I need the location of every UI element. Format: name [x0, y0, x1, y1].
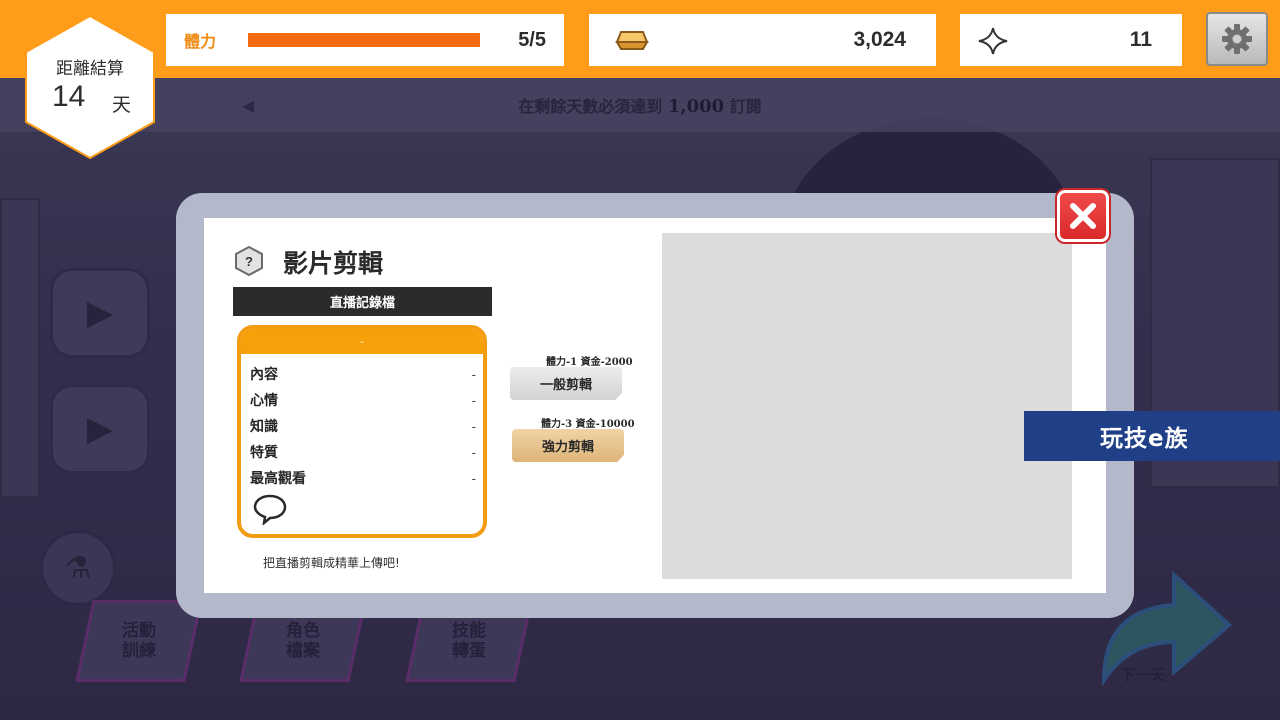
close-icon: [1070, 203, 1096, 229]
stat-value: -: [471, 366, 476, 382]
next-day-label: 下一天: [1120, 666, 1166, 684]
stat-row-content: 內容 -: [250, 363, 476, 385]
hexagon-shape: [25, 14, 155, 160]
stamina-bar: [248, 33, 480, 47]
stamina-bar-fill: [248, 33, 480, 47]
normal-edit-button[interactable]: 一般剪輯: [510, 367, 622, 400]
close-button[interactable]: [1057, 190, 1109, 242]
stat-value: -: [471, 444, 476, 460]
tab-label: 技能轉蛋: [452, 621, 486, 661]
record-card-header: -: [241, 329, 483, 354]
stream-record-card: - 內容 - 心情 - 知識 - 特質 - 最高觀看 -: [237, 325, 487, 538]
stat-label: 內容: [250, 367, 278, 383]
svg-text:?: ?: [245, 254, 253, 269]
stat-label: 最高觀看: [250, 471, 306, 487]
button-label: 一般剪輯: [539, 378, 592, 393]
gold-bar-icon: [615, 31, 649, 50]
play-video-icon: ▶: [86, 293, 114, 333]
stat-row-knowledge: 知識 -: [250, 415, 476, 437]
button-label: 強力剪輯: [541, 440, 594, 455]
power-edit-button[interactable]: 強力剪輯: [512, 429, 624, 462]
gem-panel: 11: [960, 14, 1182, 66]
stamina-label: 體力: [184, 32, 217, 51]
stat-value: -: [471, 470, 476, 486]
notice-bar: ◀︎ 在剩餘天數必須達到 1,000 訂閱: [0, 78, 1280, 132]
stat-label: 心情: [250, 393, 278, 409]
speech-bubble-icon[interactable]: [253, 493, 287, 525]
record-header: 直播記錄檔: [233, 287, 492, 316]
tab-label: 角色檔案: [286, 621, 320, 661]
countdown-label: 距離結算: [56, 59, 124, 79]
gold-value: 3,024: [853, 28, 906, 51]
stamina-panel: 體力 5/5: [166, 14, 564, 66]
stat-row-trait: 特質 -: [250, 441, 476, 463]
watermark-banner: 玩技e族: [1024, 411, 1280, 461]
tab-activity-training[interactable]: 活動訓練: [75, 600, 203, 682]
stamina-value: 5/5: [518, 28, 546, 51]
play-video-icon: ▶: [86, 409, 114, 449]
countdown-unit: 天: [112, 94, 132, 116]
flask-icon[interactable]: ⚗: [40, 530, 116, 606]
stat-label: 特質: [250, 445, 278, 461]
power-edit-cost: 體力-3 資金-10000: [541, 419, 635, 430]
watermark-text: 玩技e族: [1100, 426, 1189, 452]
stat-row-mood: 心情 -: [250, 389, 476, 411]
dialog-title: 影片剪輯: [283, 249, 384, 278]
countdown-badge: 距離結算 14 天: [24, 14, 156, 160]
tab-label: 活動訓練: [122, 621, 156, 661]
video-menu-button[interactable]: ▶: [50, 268, 150, 358]
gear-icon: [1222, 24, 1252, 54]
countdown-days: 14: [52, 80, 86, 113]
normal-edit-cost: 體力-1 資金-2000: [546, 357, 633, 368]
stream-menu-button[interactable]: ▶: [50, 384, 150, 474]
stat-value: -: [471, 418, 476, 434]
hint-text: 把直播剪輯成精華上傳吧!: [263, 556, 400, 570]
notice-text: 在剩餘天數必須達到 1,000 訂閱: [518, 96, 762, 117]
gem-value: 11: [1129, 28, 1152, 51]
help-icon[interactable]: ?: [234, 246, 264, 276]
sparkle-star-icon: [978, 27, 1008, 55]
stat-row-peak-views: 最高觀看 -: [250, 467, 476, 489]
speaker-icon: ◀︎: [242, 96, 255, 115]
video-preview-area: [662, 233, 1072, 579]
gold-panel: 3,024: [589, 14, 936, 66]
stat-value: -: [471, 392, 476, 408]
stat-label: 知識: [250, 419, 278, 435]
settings-button[interactable]: [1206, 12, 1268, 66]
